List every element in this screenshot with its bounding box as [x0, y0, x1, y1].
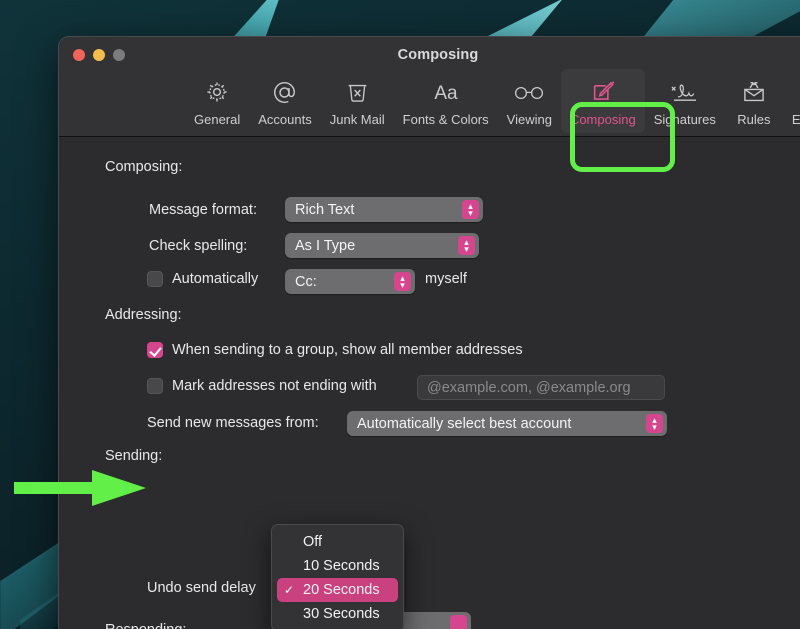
menu-item-off[interactable]: Off — [277, 530, 398, 554]
message-format-value: Rich Text — [295, 201, 355, 218]
window-title: Composing — [397, 47, 479, 63]
group-addresses-checkbox[interactable] — [147, 342, 163, 358]
tab-signatures[interactable]: Signatures — [645, 69, 725, 133]
at-sign-icon — [271, 77, 298, 107]
automatically-field-select[interactable]: Cc: ▴ ▾ — [285, 269, 415, 294]
automatically-suffix: myself — [425, 271, 467, 287]
menu-item-label: 30 Seconds — [303, 606, 380, 622]
check-spelling-label: Check spelling: — [149, 238, 248, 254]
check-spelling-value: As I Type — [295, 237, 356, 254]
mark-addresses-checkbox-row[interactable]: Mark addresses not ending with — [147, 378, 377, 394]
automatically-label: Automatically — [172, 271, 259, 287]
desktop-background: Composing General Accounts Junk Mail Aa … — [0, 0, 800, 629]
aa-text-icon: Aa — [429, 77, 463, 107]
tab-junk-mail[interactable]: Junk Mail — [321, 69, 394, 133]
automatically-checkbox-row[interactable]: Automatically — [147, 271, 258, 287]
stepper-icon[interactable]: ▴ ▾ — [394, 272, 411, 291]
mark-addresses-input[interactable]: @example.com, @example.org — [417, 375, 665, 400]
glasses-icon — [512, 77, 546, 107]
stepper-icon[interactable]: ▴ ▾ — [646, 414, 663, 433]
send-from-label: Send new messages from: — [147, 415, 319, 431]
envelope-arrows-icon — [741, 77, 767, 107]
gear-icon — [204, 77, 230, 107]
annotation-arrow — [14, 470, 146, 506]
composing-preferences-pane: Composing: Message format: Rich Text ▴ ▾… — [59, 137, 800, 629]
mail-preferences-window: Composing General Accounts Junk Mail Aa … — [58, 36, 800, 629]
stepper-icon[interactable]: ▴ ▾ — [462, 200, 479, 219]
mark-addresses-label: Mark addresses not ending with — [172, 378, 377, 394]
window-titlebar: Composing General Accounts Junk Mail Aa … — [59, 37, 800, 172]
group-addresses-label: When sending to a group, show all member… — [172, 342, 523, 358]
tab-fonts-colors[interactable]: Aa Fonts & Colors — [394, 69, 498, 133]
addressing-section-heading: Addressing: — [105, 307, 182, 323]
checkmark-icon: ✓ — [284, 583, 295, 597]
send-from-value: Automatically select best account — [357, 415, 572, 432]
signature-icon — [668, 77, 702, 107]
svg-text:Aa: Aa — [434, 83, 458, 104]
message-format-select[interactable]: Rich Text ▴ ▾ — [285, 197, 483, 222]
undo-send-delay-label: Undo send delay — [147, 580, 256, 596]
tab-rules-label: Rules — [737, 112, 771, 127]
menu-item-10-seconds[interactable]: 10 Seconds — [277, 554, 398, 578]
menu-item-30-seconds[interactable]: 30 Seconds — [277, 602, 398, 626]
undo-send-delay-menu: Off 10 Seconds ✓ 20 Seconds 30 Seconds — [271, 524, 404, 629]
composing-section-heading: Composing: — [105, 159, 183, 175]
chevron-down-icon: ▾ — [464, 243, 469, 254]
tab-composing-label: Composing — [569, 112, 636, 127]
check-spelling-select[interactable]: As I Type ▴ ▾ — [285, 233, 479, 258]
tab-extensions[interactable]: Extensions — [783, 69, 800, 133]
send-from-select[interactable]: Automatically select best account ▴ ▾ — [347, 411, 667, 436]
responding-section-heading: Responding: — [105, 622, 186, 629]
tab-accounts-label: Accounts — [258, 112, 312, 127]
tab-accounts[interactable]: Accounts — [249, 69, 320, 133]
automatically-checkbox[interactable] — [147, 271, 163, 287]
compose-pencil-icon — [590, 77, 616, 107]
tab-viewing[interactable]: Viewing — [498, 69, 561, 133]
menu-item-label: 20 Seconds — [303, 582, 380, 598]
trash-x-icon — [345, 77, 370, 107]
menu-item-label: Off — [303, 534, 323, 550]
stepper-icon[interactable] — [450, 615, 467, 629]
mark-addresses-checkbox[interactable] — [147, 378, 163, 394]
tab-fonts-colors-label: Fonts & Colors — [402, 112, 489, 127]
sending-section-heading: Sending: — [105, 448, 163, 464]
chevron-down-icon: ▾ — [652, 421, 657, 432]
tab-viewing-label: Viewing — [506, 112, 552, 127]
mark-addresses-placeholder: @example.com, @example.org — [427, 379, 631, 396]
group-addresses-checkbox-row[interactable]: When sending to a group, show all member… — [147, 342, 523, 358]
tab-general[interactable]: General — [185, 69, 249, 133]
tab-extensions-label: Extensions — [791, 112, 800, 127]
tab-composing[interactable]: Composing — [560, 69, 645, 133]
stepper-icon[interactable]: ▴ ▾ — [458, 236, 475, 255]
automatically-field-value: Cc: — [295, 273, 317, 290]
message-format-label: Message format: — [149, 202, 257, 218]
menu-item-20-seconds[interactable]: ✓ 20 Seconds — [277, 578, 398, 602]
chevron-down-icon: ▾ — [468, 207, 473, 218]
chevron-down-icon: ▾ — [400, 279, 405, 290]
tab-signatures-label: Signatures — [653, 112, 716, 127]
tab-general-label: General — [194, 112, 241, 127]
tab-junk-mail-label: Junk Mail — [329, 112, 385, 127]
preferences-toolbar: General Accounts Junk Mail Aa Fonts & Co… — [59, 69, 800, 133]
tab-rules[interactable]: Rules — [725, 69, 783, 133]
menu-item-label: 10 Seconds — [303, 558, 380, 574]
